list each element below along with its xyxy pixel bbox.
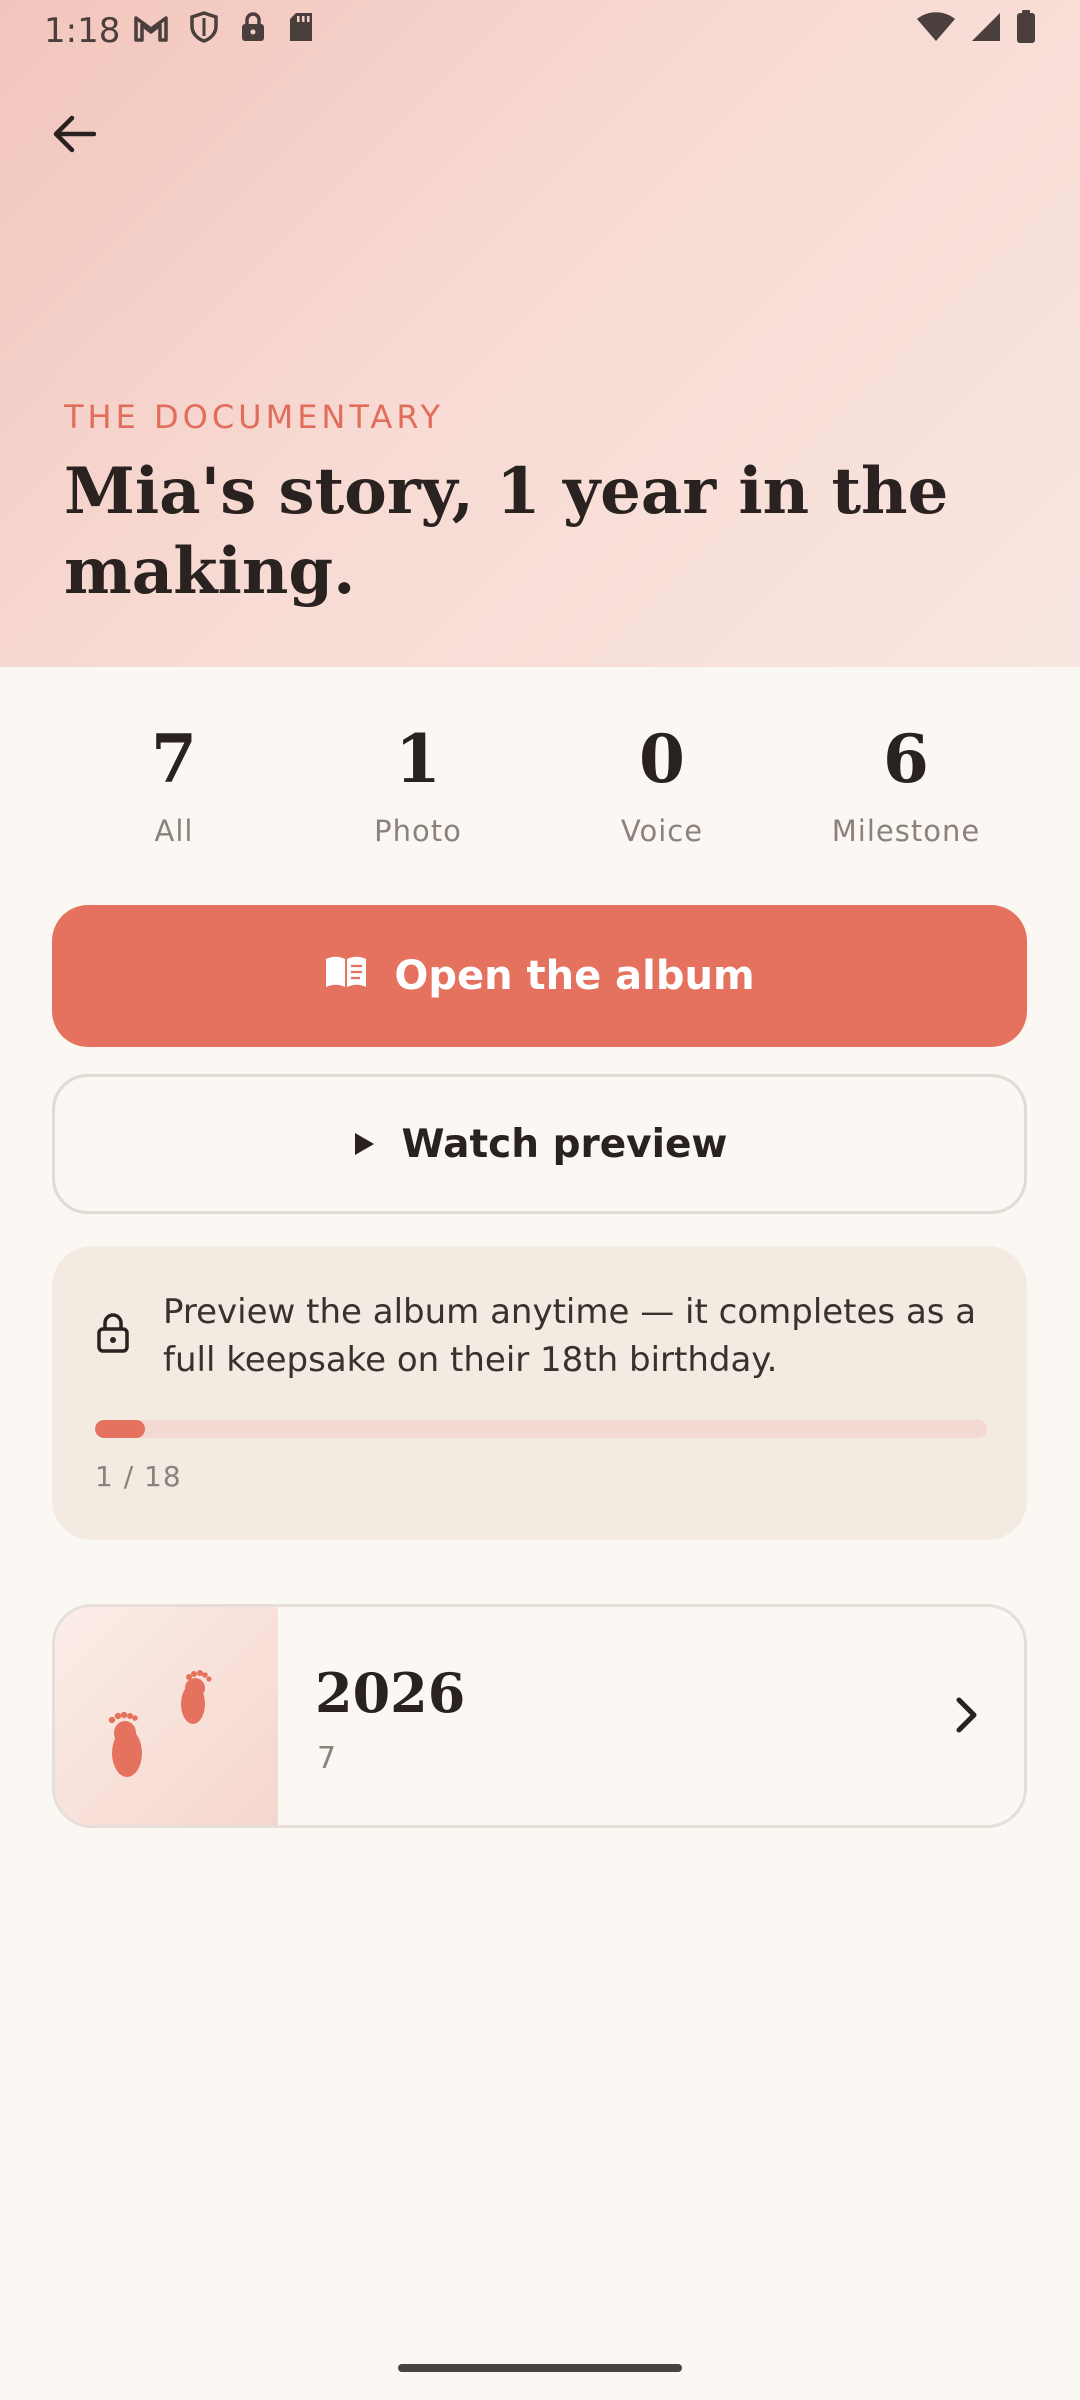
stats-row: 7 All 1 Photo 0 Voice 6 Milestone [52,720,1028,860]
stat-value: 0 [639,720,685,798]
stat-milestone[interactable]: 6 Milestone [784,720,1028,860]
watch-preview-label: Watch preview [401,1121,728,1167]
page-title: Mia's story, 1 year in the making. [64,454,949,609]
stat-value: 7 [151,720,197,798]
status-bar: 1:18 [0,0,1080,62]
stat-all[interactable]: 7 All [52,720,296,860]
section-kicker: THE DOCUMENTARY [64,398,445,436]
keepsake-info-card: Preview the album anytime — it completes… [52,1246,1027,1540]
stat-value: 1 [395,720,441,798]
watch-preview-button[interactable]: Watch preview [52,1074,1027,1214]
stat-label: Photo [374,814,462,848]
progress-label: 1 / 18 [95,1460,182,1493]
stat-label: Voice [620,814,704,848]
signal-icon [970,11,1002,52]
book-open-icon [324,953,368,999]
year-card-2026[interactable]: 2026 7 [52,1604,1027,1828]
year-title: 2026 [315,1661,466,1725]
stat-voice[interactable]: 0 Voice [540,720,784,860]
stat-label: Milestone [831,814,981,848]
battery-icon [1016,9,1036,53]
wifi-icon [916,11,956,52]
open-album-button[interactable]: Open the album [52,905,1027,1047]
play-icon [352,1122,376,1167]
gmail-icon [134,11,169,51]
back-button[interactable] [42,104,106,168]
chevron-right-icon [954,1695,980,1739]
info-text: Preview the album anytime — it completes… [163,1292,977,1380]
lock-icon [96,1312,130,1358]
status-time: 1:18 [44,11,121,51]
lock-icon [240,11,266,51]
baby-feet-icon [55,1670,278,1825]
stat-photo[interactable]: 1 Photo [296,720,540,860]
year-count: 7 [317,1741,337,1776]
open-album-label: Open the album [394,953,755,999]
progress-fill [95,1420,145,1438]
shield-icon [190,10,219,52]
arrow-left-icon [52,114,97,158]
stat-value: 6 [883,720,929,798]
year-thumbnail [55,1607,278,1825]
home-indicator[interactable] [398,2364,682,2372]
stat-label: All [154,814,194,848]
sd-card-icon [288,11,314,52]
progress-bar [95,1420,987,1438]
